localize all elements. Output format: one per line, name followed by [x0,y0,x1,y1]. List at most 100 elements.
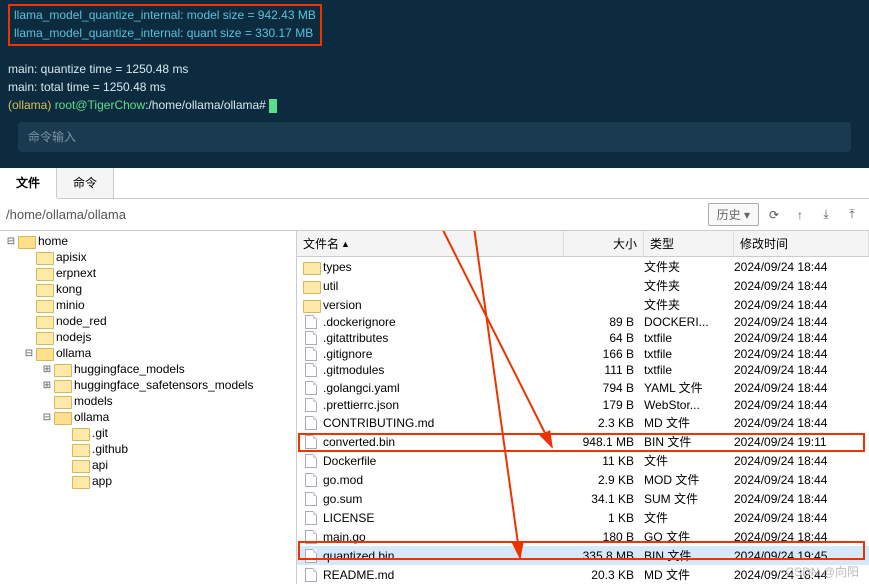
file-row[interactable]: .gitmodules111 Btxtfile2024/09/24 18:44 [297,362,869,378]
column-header-type[interactable]: 类型 [644,231,734,256]
file-row[interactable]: LICENSE1 KB文件2024/09/24 18:44 [297,508,869,527]
tree-label: models [74,394,113,408]
folder-icon [54,394,70,408]
tree-toggle-icon[interactable]: ⊞ [40,380,54,391]
term-line: main: quantize time = 1250.48 ms [8,60,861,78]
file-name: go.mod [323,473,363,487]
file-name: converted.bin [323,435,395,449]
file-type: MD 文件 [644,566,734,583]
file-row[interactable]: util文件夹2024/09/24 18:44 [297,276,869,295]
tree-item[interactable]: ⊟ ollama [0,409,296,425]
tree-label: ollama [74,410,109,424]
tree-item[interactable]: minio [0,297,296,313]
file-icon [303,492,319,506]
file-type: MOD 文件 [644,471,734,488]
file-name: .gitattributes [323,331,388,345]
tree-item[interactable]: app [0,473,296,489]
file-row[interactable]: .golangci.yaml794 BYAML 文件2024/09/24 18:… [297,378,869,397]
file-size: 2.9 KB [564,473,644,487]
terminal-prompt[interactable]: (ollama) root@TigerChow:/home/ollama/oll… [8,96,861,114]
file-type: YAML 文件 [644,379,734,396]
upload-icon[interactable]: ⤒ [841,204,863,226]
file-type: 文件夹 [644,277,734,294]
tree-label: .github [92,442,128,456]
file-row[interactable]: Dockerfile11 KB文件2024/09/24 18:44 [297,451,869,470]
file-size: 794 B [564,381,644,395]
file-icon [303,347,319,361]
tree-item[interactable]: ⊟home [0,233,296,249]
column-header-date[interactable]: 修改时间 [734,231,869,256]
file-type: MD 文件 [644,414,734,431]
file-row[interactable]: .prettierrc.json179 BWebStor...2024/09/2… [297,397,869,413]
command-input[interactable]: 命令输入 [18,122,851,152]
tree-item[interactable]: ⊞ huggingface_models [0,361,296,377]
tree-item[interactable]: kong [0,281,296,297]
folder-icon [36,282,52,296]
column-header-size[interactable]: 大小 [564,231,644,256]
file-row[interactable]: .dockerignore89 BDOCKERI...2024/09/24 18… [297,314,869,330]
file-size: 111 B [564,363,644,377]
tree-item[interactable]: ⊞huggingface_safetensors_models [0,377,296,393]
tree-item[interactable]: api [0,457,296,473]
file-size: 11 KB [564,454,644,468]
tree-toggle-icon[interactable]: ⊟ [4,236,18,247]
up-icon[interactable]: ↑ [789,204,811,226]
file-icon [303,363,319,377]
file-icon [303,398,319,412]
file-row[interactable]: go.mod 2.9 KBMOD 文件2024/09/24 18:44 [297,470,869,489]
file-row[interactable]: go.sum34.1 KBSUM 文件2024/09/24 18:44 [297,489,869,508]
file-type: GO 文件 [644,528,734,545]
tree-item[interactable]: apisix [0,249,296,265]
file-name: .gitmodules [323,363,384,377]
tree-toggle-icon[interactable]: ⊟ [22,348,36,359]
tree-item[interactable]: .git [0,425,296,441]
file-icon [303,381,319,395]
folder-tree[interactable]: ⊟homeapisixerpnextkongminionode_rednodej… [0,231,297,584]
tree-item[interactable]: ⊟ollama [0,345,296,361]
file-type: WebStor... [644,398,734,412]
file-row[interactable]: .gitattributes64 Btxtfile2024/09/24 18:4… [297,330,869,346]
file-type: 文件夹 [644,258,734,275]
file-type: DOCKERI... [644,315,734,329]
file-row[interactable]: CONTRIBUTING.md2.3 KBMD 文件2024/09/24 18:… [297,413,869,432]
tree-toggle-icon[interactable]: ⊞ [40,364,54,375]
tree-item[interactable]: node_red [0,313,296,329]
file-row[interactable]: main.go180 BGO 文件2024/09/24 18:44 [297,527,869,546]
tab-commands[interactable]: 命令 [57,168,114,198]
tree-item[interactable]: .github [0,441,296,457]
file-icon [303,315,319,329]
file-row[interactable]: quantized.bin335.8 MBBIN 文件2024/09/24 19… [297,546,869,565]
tree-label: huggingface_models [74,362,185,376]
terminal-output: llama_model_quantize_internal: model siz… [0,0,869,168]
term-line: llama_model_quantize_internal: model siz… [14,6,316,24]
tree-toggle-icon[interactable]: ⊟ [40,412,54,423]
refresh-icon[interactable]: ⟳ [763,204,785,226]
file-row[interactable]: converted.bin948.1 MBBIN 文件2024/09/24 19… [297,432,869,451]
tree-label: .git [92,426,108,440]
tree-item[interactable]: nodejs [0,329,296,345]
file-row[interactable]: .gitignore166 Btxtfile2024/09/24 18:44 [297,346,869,362]
tree-item[interactable]: models [0,393,296,409]
file-date: 2024/09/24 18:44 [734,473,869,487]
file-row[interactable]: types文件夹2024/09/24 18:44 [297,257,869,276]
file-row[interactable]: README.md20.3 KBMD 文件2024/09/24 18:44 [297,565,869,584]
breadcrumb[interactable]: /home/ollama/ollama [6,207,708,222]
folder-icon [303,298,319,312]
history-button[interactable]: 历史 ▾ [708,203,759,226]
file-type: SUM 文件 [644,490,734,507]
folder-icon [72,442,88,456]
download-icon[interactable]: ⤓ [815,204,837,226]
tree-label: nodejs [56,330,91,344]
tab-files[interactable]: 文件 [0,168,57,199]
file-list[interactable]: types文件夹2024/09/24 18:44util文件夹2024/09/2… [297,257,869,584]
folder-icon [36,314,52,328]
file-date: 2024/09/24 18:44 [734,347,869,361]
file-date: 2024/09/24 18:44 [734,530,869,544]
file-type: 文件 [644,509,734,526]
file-list-pane: 文件名▲ 大小 类型 修改时间 types文件夹2024/09/24 18:44… [297,231,869,584]
column-header-name[interactable]: 文件名▲ [297,231,564,256]
file-name: quantized.bin [323,549,394,563]
file-row[interactable]: version文件夹2024/09/24 18:44 [297,295,869,314]
file-name: LICENSE [323,511,374,525]
tree-item[interactable]: erpnext [0,265,296,281]
